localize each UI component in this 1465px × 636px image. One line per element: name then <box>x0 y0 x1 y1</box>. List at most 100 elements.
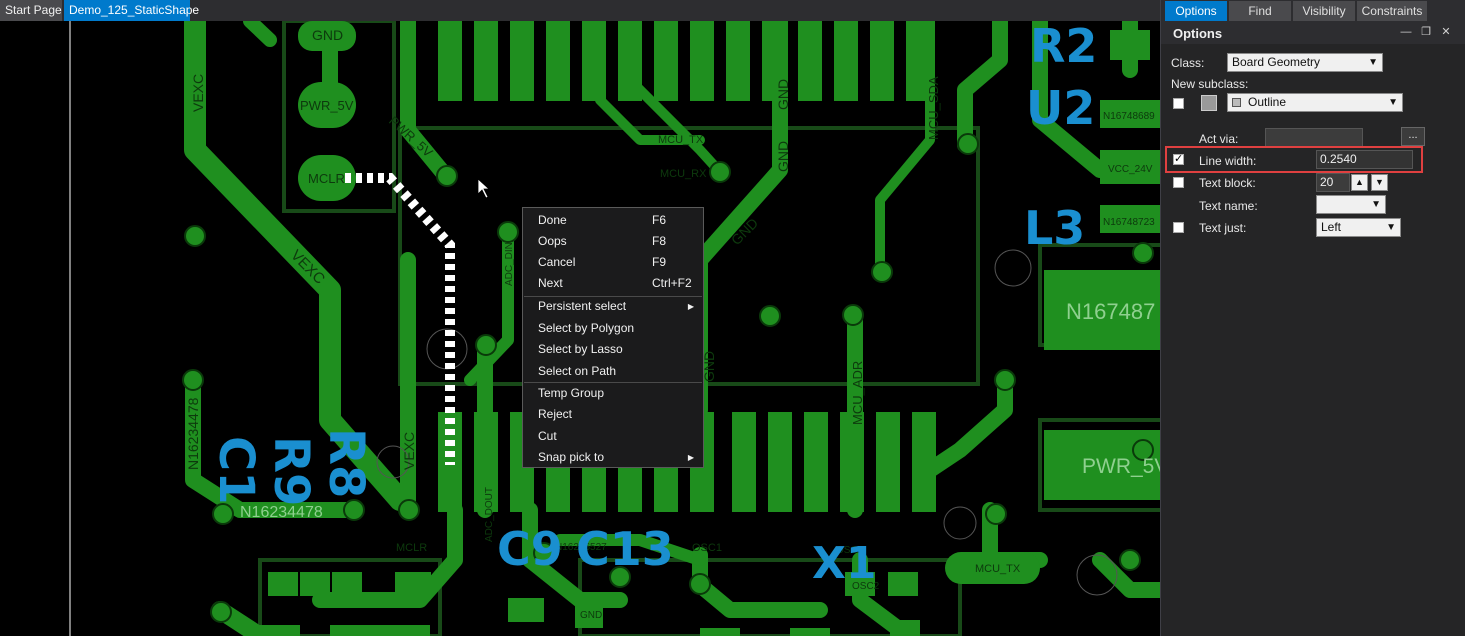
menu-item-persistent-select[interactable]: Persistent select ▶ <box>524 296 702 317</box>
restore-icon[interactable]: ❐ <box>1419 25 1433 39</box>
act-via-field[interactable] <box>1265 128 1363 147</box>
menu-item-select-on-path[interactable]: Select on Path <box>524 361 702 382</box>
selected-trace <box>345 173 455 465</box>
refdes-label: R2 <box>1030 21 1097 73</box>
menu-item-label: Cancel <box>538 255 576 269</box>
text-block-label: Text block: <box>1199 176 1256 190</box>
tab-demo-static-shape[interactable]: Demo_125_StaticShape <box>64 0 199 21</box>
menu-item-cut[interactable]: Cut <box>524 426 702 447</box>
line-width-field[interactable]: 0.2540 <box>1316 150 1413 169</box>
spin-up-icon[interactable]: ▲ <box>1351 174 1368 191</box>
net-label: GND <box>580 610 602 621</box>
chevron-down-icon: ▼ <box>1368 57 1378 68</box>
menu-item-label: Done <box>538 213 567 227</box>
text-just-label: Text just: <box>1199 221 1247 235</box>
submenu-arrow-icon: ▶ <box>687 302 694 311</box>
net-label: MCU_ADR <box>850 361 865 425</box>
class-dropdown[interactable]: Board Geometry ▼ <box>1227 53 1383 72</box>
chevron-down-icon: ▼ <box>1388 97 1398 108</box>
net-label: VEXC <box>190 74 206 112</box>
menu-item-shortcut: F9 <box>652 255 667 269</box>
text-name-label: Text name: <box>1199 199 1258 213</box>
net-label: MCLR <box>308 171 345 186</box>
text-just-dropdown[interactable]: Left ▼ <box>1316 218 1401 237</box>
menu-item-next[interactable]: Next Ctrl+F2 <box>524 273 702 294</box>
menu-item-done[interactable]: Done F6 <box>524 210 702 231</box>
net-label: ADC_DOUT <box>484 487 495 542</box>
net-label: MCU_TX <box>975 563 1021 575</box>
refdes-label: R9 <box>263 436 319 506</box>
minimize-icon[interactable]: — <box>1399 25 1413 39</box>
net-label: GND <box>312 27 343 43</box>
net-label: MCU_RX <box>660 168 707 180</box>
line-width-label: Line width: <box>1199 154 1257 168</box>
net-label: MCU_SDA <box>926 76 941 140</box>
text-block-field[interactable]: 20 <box>1316 173 1350 192</box>
panel-header: Options — ❐ ✕ <box>1161 22 1465 44</box>
tab-visibility[interactable]: Visibility <box>1293 1 1355 21</box>
act-via-browse-button[interactable]: ... <box>1401 127 1425 146</box>
line-width-checkbox[interactable] <box>1173 152 1184 165</box>
component-label: N16748723 <box>1103 217 1155 228</box>
mouse-cursor-icon <box>477 178 491 199</box>
menu-item-select-by-polygon[interactable]: Select by Polygon <box>524 318 702 339</box>
subclass-checkbox[interactable] <box>1173 98 1184 109</box>
net-label: OSC1 <box>692 542 722 554</box>
menu-item-temp-group[interactable]: Temp Group <box>524 383 702 404</box>
menu-item-label: Temp Group <box>538 386 605 400</box>
menu-item-shortcut: F8 <box>652 234 667 248</box>
menu-item-shortcut: Ctrl+F2 <box>652 276 692 290</box>
refdes-label: C1 <box>208 436 264 505</box>
act-via-label: Act via: <box>1199 132 1239 146</box>
menu-item-reject[interactable]: Reject <box>524 404 702 425</box>
chevron-down-icon: ▼ <box>1386 222 1396 233</box>
component-label: N167487 <box>1066 299 1155 324</box>
options-panel: Options Find Visibility Constraints Opti… <box>1160 0 1465 636</box>
menu-item-label: Cut <box>538 429 557 443</box>
text-name-dropdown[interactable]: ▼ <box>1316 195 1386 214</box>
class-label: Class: <box>1171 56 1205 70</box>
subclass-dropdown-value: Outline <box>1248 95 1287 109</box>
menu-item-label: Select by Polygon <box>538 321 635 335</box>
menu-item-label: Select by Lasso <box>538 342 623 356</box>
menu-item-label: Next <box>538 276 563 290</box>
net-label: VCC_24V <box>1108 164 1153 175</box>
menu-item-shortcut: F6 <box>652 213 667 227</box>
net-label: GND <box>775 79 791 110</box>
tab-find[interactable]: Find <box>1229 1 1291 21</box>
refdes-label: R8 <box>318 428 374 498</box>
tab-start-page[interactable]: Start Page <box>0 0 62 21</box>
net-label: MCLR <box>396 542 427 554</box>
ic-pins-top <box>438 21 930 101</box>
panel-title: Options <box>1173 26 1223 41</box>
menu-item-select-by-lasso[interactable]: Select by Lasso <box>524 339 702 360</box>
component-label: N16234478 <box>240 504 323 521</box>
component-label: N16748689 <box>1103 111 1155 122</box>
net-label: ADC_DIN <box>504 242 515 286</box>
color-swatch[interactable] <box>1201 95 1217 111</box>
class-dropdown-value: Board Geometry <box>1232 55 1321 69</box>
menu-item-cancel[interactable]: Cancel F9 <box>524 252 702 273</box>
component-label: N16234478 <box>185 397 201 470</box>
menu-item-label: Reject <box>538 407 573 421</box>
close-icon[interactable]: ✕ <box>1439 25 1453 39</box>
tab-constraints[interactable]: Constraints <box>1357 1 1427 21</box>
pcb-canvas[interactable]: GND PWR_5V MCLR VEXC VEXC PWR_5V GND GND… <box>0 21 1160 636</box>
new-subclass-label: New subclass: <box>1171 77 1249 91</box>
menu-item-label: Snap pick to <box>538 450 605 464</box>
text-block-checkbox[interactable] <box>1173 177 1184 188</box>
text-just-checkbox[interactable] <box>1173 222 1184 233</box>
refdes-label: C13 <box>576 522 674 576</box>
tab-options[interactable]: Options <box>1165 1 1227 21</box>
menu-item-label: Oops <box>538 234 567 248</box>
submenu-arrow-icon: ▶ <box>687 453 694 462</box>
spin-down-icon[interactable]: ▼ <box>1371 174 1388 191</box>
app-root: Start Page Demo_125_StaticShape GND PWR_… <box>0 0 1465 636</box>
subclass-dropdown[interactable]: Outline ▼ <box>1227 93 1403 112</box>
refdes-label: X1 <box>812 538 877 589</box>
menu-item-snap-pick-to[interactable]: Snap pick to ▶ <box>524 447 702 468</box>
refdes-label: C9 <box>497 522 563 576</box>
outline-icon <box>1232 98 1241 107</box>
document-tab-bar: Start Page Demo_125_StaticShape <box>0 0 1160 21</box>
menu-item-oops[interactable]: Oops F8 <box>524 231 702 252</box>
